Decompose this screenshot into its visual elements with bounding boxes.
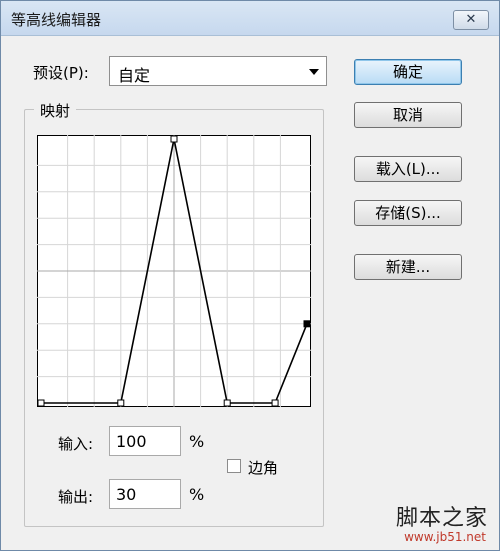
watermark-text: 脚本之家 <box>395 506 488 531</box>
input-label: 输入: <box>58 435 94 453</box>
load-button[interactable]: 载入(L)... <box>354 156 462 182</box>
curve-point <box>223 399 231 407</box>
curve-point <box>271 399 279 407</box>
mapping-group-label: 映射 <box>34 100 77 121</box>
preset-value: 自定 <box>118 66 151 85</box>
input-field[interactable]: 100 <box>109 426 181 456</box>
watermark-url: www.jb51.net <box>404 530 486 544</box>
cancel-button[interactable]: 取消 <box>354 102 462 128</box>
output-field[interactable]: 30 <box>109 479 181 509</box>
preset-select[interactable]: 自定 <box>109 56 327 86</box>
curve-point <box>170 135 178 143</box>
curve-point-selected <box>303 320 311 328</box>
dialog-title: 等高线编辑器 <box>11 11 102 29</box>
preset-label: 预设(P): <box>33 64 89 82</box>
output-percent-sign: % <box>189 485 205 504</box>
ok-button[interactable]: 确定 <box>354 59 462 85</box>
title-bar: 等高线编辑器 ✕ <box>1 1 499 36</box>
curve-point <box>37 399 45 407</box>
edge-checkbox[interactable] <box>227 459 241 473</box>
new-button[interactable]: 新建... <box>354 254 462 280</box>
save-button[interactable]: 存储(S)... <box>354 200 462 226</box>
edge-label: 边角 <box>248 459 279 477</box>
chevron-down-icon[interactable] <box>309 69 319 75</box>
close-button[interactable]: ✕ <box>453 10 489 30</box>
input-percent-sign: % <box>189 432 205 451</box>
curve-graph[interactable] <box>37 135 311 407</box>
curve-point <box>117 399 125 407</box>
output-label: 输出: <box>58 488 94 506</box>
